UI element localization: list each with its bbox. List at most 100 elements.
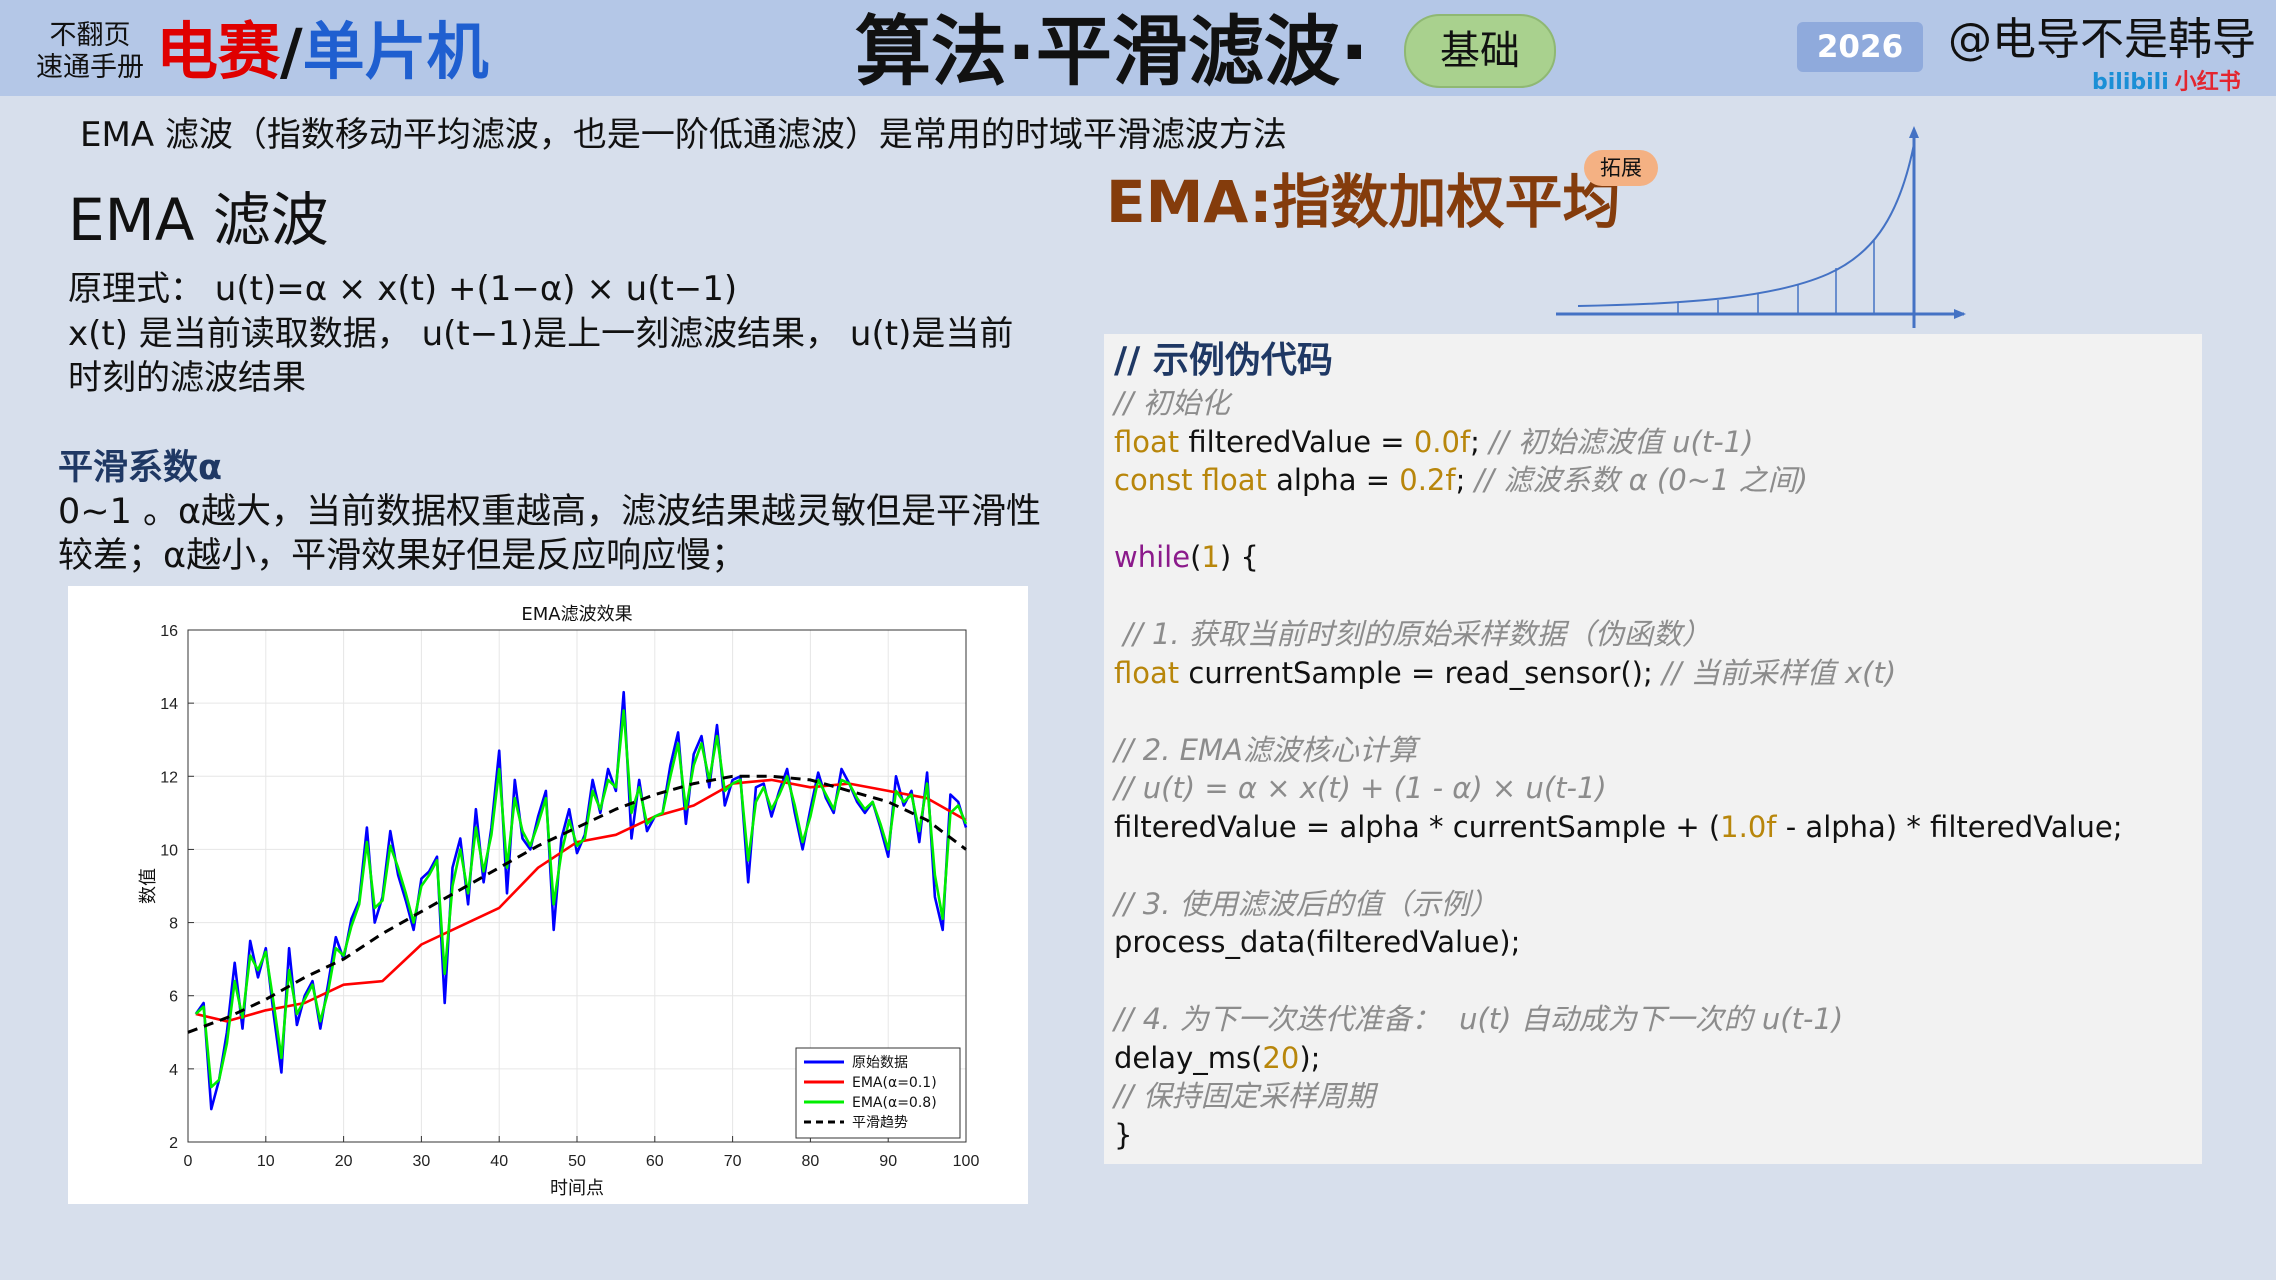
code-token: ) { (1219, 540, 1259, 574)
ema-explanation: x(t) 是当前读取数据， u(t−1)是上一刻滤波结果， u(t)是当前时刻的… (68, 314, 1014, 398)
brand-logo: 电赛/单片机 (156, 12, 489, 92)
code-token: // 4. 为下一次迭代准备： u(t) 自动成为下一次的 u(t-1) (1114, 1002, 1844, 1036)
code-token: // 初始滤波值 u(t-1) (1489, 424, 1754, 459)
code-line: while(1) { (1114, 538, 1259, 576)
code-line: const float alpha = 0.2f; // 滤波系数 α (0~1… (1114, 461, 1808, 499)
x-tick-label: 10 (257, 1153, 275, 1170)
code-line: float currentSample = read_sensor(); // … (1114, 654, 1896, 692)
level-badge: 基础 (1404, 14, 1556, 88)
ema-chart: 0 10 20 30 40 50 60 70 80 90 100 2 4 6 8 10 12 14 16 EMA滤波效… (68, 586, 1028, 1204)
y-tick-label: 12 (160, 769, 178, 786)
ema-chart-svg: 0 10 20 30 40 50 60 70 80 90 100 2 4 6 8 10 12 14 16 EMA滤波效… (138, 604, 980, 1199)
code-token: 0.0f (1413, 424, 1471, 459)
code-token: const float (1114, 463, 1267, 497)
code-line: float filteredValue = 0.0f; // 初始滤波值 u(t… (1114, 423, 1753, 461)
alpha-heading: 平滑系数α (58, 448, 223, 488)
weight-axis-y-arrow (1909, 126, 1919, 138)
legend-label: 原始数据 (852, 1055, 908, 1071)
bilibili-label: bilibili (2092, 70, 2169, 95)
code-line: // 2. EMA滤波核心计算 (1114, 731, 1417, 769)
code-token: 1.0f (1720, 809, 1777, 844)
code-token: - alpha) * filteredValue; (1776, 809, 2123, 844)
code-token: ; (1470, 424, 1490, 459)
y-tick-label: 6 (169, 989, 178, 1006)
code-token: } (1114, 1117, 1133, 1152)
y-tick-label: 2 (169, 1135, 178, 1152)
code-token: ( (1190, 540, 1202, 574)
platform-labels: bilibili 小红书 (2092, 64, 2241, 96)
brand-red-text: 电赛 (156, 15, 281, 88)
code-line: // u(t) = α × x(t) + (1 - α) × u(t-1) (1114, 769, 1607, 807)
code-heading: // 示例伪代码 (1114, 340, 1333, 381)
brand-subtitle-line2: 速通手册 (36, 52, 144, 83)
ema-heading: EMA 滤波 (68, 186, 329, 254)
code-token: process_data(filteredValue); (1114, 925, 1521, 959)
x-tick-label: 100 (953, 1153, 980, 1170)
code-token: float (1114, 424, 1180, 459)
x-tick-label: 80 (802, 1153, 820, 1170)
weight-curve (1577, 143, 1915, 307)
code-line: // 1. 获取当前时刻的原始采样数据（伪函数） (1114, 615, 1711, 653)
code-token: filteredValue = (1179, 424, 1414, 459)
code-token: // 滤波系数 α (0~1 之间) (1474, 463, 1808, 497)
x-tick-label: 30 (413, 1153, 431, 1170)
intro-text: EMA 滤波（指数移动平均滤波，也是一阶低通滤波）是常用的时域平滑滤波方法 (80, 115, 1287, 155)
y-tick-label: 16 (160, 623, 178, 640)
code-token: while (1114, 540, 1191, 574)
code-line: // 初始化 (1114, 384, 1230, 422)
page-title: 算法·平滑滤波· (855, 7, 1369, 96)
code-token: // 3. 使用滤波后的值（示例） (1114, 886, 1499, 921)
x-tick-label: 60 (646, 1153, 664, 1170)
author-handle: @电导不是韩导 (1948, 14, 2256, 65)
brand-subtitle-line1: 不翻页 (49, 20, 131, 51)
x-axis-label: 时间点 (550, 1178, 604, 1199)
code-token: 1 (1201, 540, 1220, 574)
y-tick-label: 4 (169, 1062, 178, 1079)
code-token: // u(t) = α × x(t) + (1 - α) × u(t-1) (1114, 771, 1607, 805)
legend-label: 平滑趋势 (852, 1114, 908, 1131)
code-line: filteredValue = alpha * currentSample + … (1114, 808, 2123, 846)
code-line: } (1114, 1116, 1132, 1154)
code-token: alpha = (1266, 463, 1400, 497)
x-tick-label: 90 (879, 1153, 897, 1170)
y-tick-label: 10 (160, 842, 178, 859)
code-token: float (1114, 655, 1180, 690)
brand-subtitle: 不翻页 速通手册 (30, 20, 150, 84)
x-tick-label: 20 (335, 1153, 353, 1170)
code-line: // 4. 为下一次迭代准备： u(t) 自动成为下一次的 u(t-1) (1114, 1000, 1843, 1038)
chart-title: EMA滤波效果 (521, 604, 632, 625)
alpha-description: 0~1 。α越大，当前数据权重越高，滤波结果越灵敏但是平滑性较差；α越小，平滑效… (58, 492, 1042, 576)
x-tick-label: 0 (184, 1153, 193, 1170)
brand-blue-text: 单片机 (302, 15, 489, 88)
legend-label: EMA(α=0.1) (852, 1075, 937, 1091)
legend-label: EMA(α=0.8) (852, 1095, 937, 1111)
code-line: // 3. 使用滤波后的值（示例） (1114, 885, 1499, 923)
code-line: process_data(filteredValue); (1114, 923, 1520, 961)
x-tick-label: 40 (490, 1153, 508, 1170)
exponential-weight-illustration (1556, 126, 1966, 328)
x-tick-label: 70 (724, 1153, 742, 1170)
x-tick-label: 50 (568, 1153, 586, 1170)
xiaohongshu-label: 小红书 (2174, 70, 2241, 95)
code-token: ; (1455, 463, 1475, 497)
code-token: filteredValue = alpha * currentSample + … (1114, 809, 1721, 844)
code-token: 20 (1262, 1040, 1300, 1075)
code-token: 0.2f (1399, 463, 1456, 497)
code-token: // 当前采样值 x(t) (1662, 655, 1897, 690)
code-token: ); (1299, 1040, 1321, 1075)
code-token: // 1. 获取当前时刻的原始采样数据（伪函数） (1114, 617, 1711, 651)
brand-slash: / (280, 15, 303, 88)
y-axis-label: 数值 (138, 868, 159, 904)
code-token: // 2. EMA滤波核心计算 (1114, 732, 1417, 767)
y-tick-label: 8 (169, 916, 178, 933)
weight-axis-x-arrow (1954, 309, 1966, 319)
code-token: // 初始化 (1114, 386, 1230, 420)
year-badge: 2026 (1797, 22, 1923, 72)
ema-formula: 原理式： u(t)=α × x(t) +(1−α) × u(t−1) (68, 269, 738, 309)
code-token: // 保持固定采样周期 (1114, 1079, 1375, 1113)
ema-weighted-title: EMA:指数加权平均 (1106, 168, 1621, 236)
y-tick-label: 14 (160, 696, 178, 713)
code-line: delay_ms(20); (1114, 1039, 1320, 1077)
code-line: // 保持固定采样周期 (1114, 1077, 1375, 1115)
code-token: delay_ms( (1114, 1040, 1263, 1075)
